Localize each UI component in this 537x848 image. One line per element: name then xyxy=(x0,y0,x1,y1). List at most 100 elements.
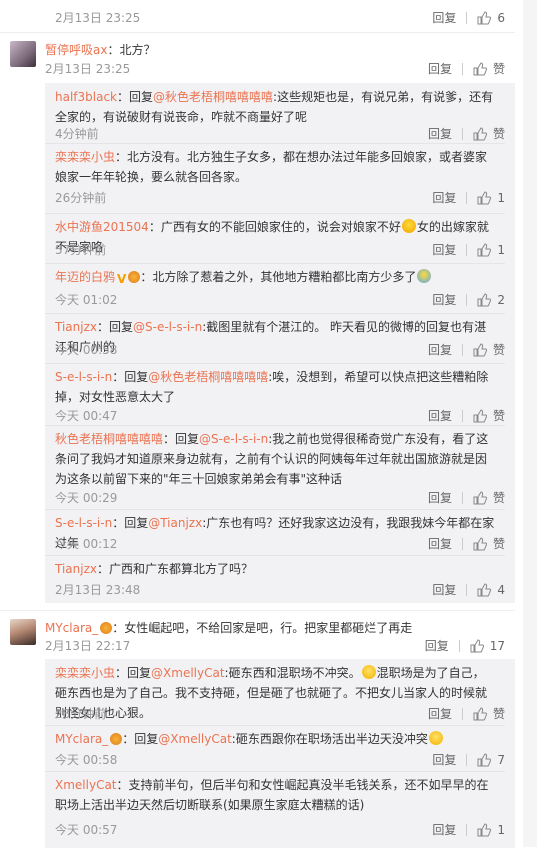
mention-link[interactable]: @S-e-l-s-i-n xyxy=(199,432,268,446)
like-count[interactable]: 7 xyxy=(497,753,505,767)
thumbs-up-icon[interactable] xyxy=(477,822,492,837)
reply-button[interactable]: 回复 xyxy=(432,291,456,308)
reply-date: 57分钟前 xyxy=(55,243,107,257)
divider xyxy=(461,343,463,356)
username[interactable]: half3black xyxy=(55,90,117,104)
thumbs-up-icon[interactable] xyxy=(473,342,487,357)
reply-item: 栾栾栾小虫：回复@XmellyCat:砸东西和混职场不冲突。 混职场是为了自己，砸… xyxy=(45,659,505,726)
like-count[interactable]: 1 xyxy=(497,243,505,257)
fan-badge-icon xyxy=(100,622,113,634)
reply-date: 今天 01:02 xyxy=(55,293,118,307)
username[interactable]: S-e-l-s-i-n xyxy=(55,516,112,530)
comment-actions: 回复 6 xyxy=(432,9,505,26)
previous-comment: 2月13日 23:25 回复 6 xyxy=(0,0,515,33)
like-count[interactable]: 1 xyxy=(497,191,505,205)
reply-list: half3black：回复@秋色老梧桐嘻嘻嘻嘻:这些规矩也是，有说兄弟，有说爹，… xyxy=(45,83,515,603)
thumbs-up-icon[interactable] xyxy=(473,706,487,721)
username[interactable]: 栾栾栾小虫 xyxy=(55,666,115,680)
username[interactable]: MYclara_ xyxy=(45,621,98,635)
like-button[interactable]: 赞 xyxy=(493,60,505,77)
comment: MYclara_ ：女性崛起吧，不给回家是吧，行。把家里都砸烂了再走 2月13日 … xyxy=(0,610,515,848)
like-count[interactable]: 赞 xyxy=(493,341,505,358)
thumbs-up-icon[interactable] xyxy=(473,61,487,76)
reply-actions: 回复 赞 xyxy=(428,341,505,358)
reply-button[interactable]: 回复 xyxy=(428,705,452,722)
mention-link[interactable]: @XmellyCat xyxy=(158,732,232,746)
username[interactable]: Tianjzx xyxy=(55,320,97,334)
mention-link[interactable]: @S-e-l-s-i-n xyxy=(133,320,202,334)
reply-date: 今天 00:58 xyxy=(55,343,118,357)
username[interactable]: 年迈的白鸦 xyxy=(55,270,115,284)
thumbs-up-icon[interactable] xyxy=(470,638,484,653)
reply-button[interactable]: 回复 xyxy=(428,60,452,77)
reply-body: ：北方除了惹着之外，其他地方糟粕都比南方少多了 xyxy=(140,270,417,284)
username[interactable]: MYclara_ xyxy=(55,732,108,746)
username[interactable]: 栾栾栾小虫 xyxy=(55,150,115,164)
like-count[interactable]: 赞 xyxy=(493,125,505,142)
username[interactable]: XmellyCat xyxy=(55,778,117,792)
like-count[interactable]: 赞 xyxy=(493,489,505,506)
like-count[interactable]: 4 xyxy=(497,583,505,597)
reply-date: 今天 00:57 xyxy=(55,823,118,837)
thumbs-up-icon[interactable] xyxy=(473,408,487,423)
reply-actions: 回复 7 xyxy=(432,751,505,768)
reply-button[interactable]: 回复 xyxy=(428,489,452,506)
thumbs-up-icon[interactable] xyxy=(473,126,487,141)
thumbs-up-icon[interactable] xyxy=(477,752,492,767)
avatar[interactable] xyxy=(10,41,36,67)
comment-body: ：北方？ xyxy=(107,43,156,57)
username[interactable]: 暂停呼吸ax xyxy=(45,43,107,57)
reply-button[interactable]: 回复 xyxy=(428,125,452,142)
thumbs-up-icon[interactable] xyxy=(477,190,492,205)
username[interactable]: Tianjzx xyxy=(55,562,97,576)
divider xyxy=(466,753,468,766)
thumbs-up-icon[interactable] xyxy=(473,536,487,551)
mention-link[interactable]: @Tianjzx xyxy=(148,516,202,530)
reply-text: 秋色老梧桐嘻嘻嘻嘻：回复@S-e-l-s-i-n:我之前也觉得很稀奇觉广东没有，… xyxy=(55,429,495,489)
reply-actions: 回复 2 xyxy=(432,291,505,308)
mention-link[interactable]: @秋色老梧桐嘻嘻嘻嘻 xyxy=(153,90,273,104)
divider xyxy=(461,537,463,550)
like-count[interactable]: 赞 xyxy=(493,535,505,552)
reply-button[interactable]: 回复 xyxy=(428,407,452,424)
fan-badge-icon xyxy=(110,733,123,745)
divider xyxy=(461,707,463,720)
reply-text: XmellyCat：支持前半句，但后半句和女性崛起真没半毛钱关系，还不如早早的在… xyxy=(55,775,495,815)
thumbs-up-icon[interactable] xyxy=(477,582,492,597)
fan-badge-icon xyxy=(128,271,141,283)
reply-date: 4分钟前 xyxy=(55,127,99,141)
like-count[interactable]: 2 xyxy=(497,293,505,307)
like-count[interactable]: 赞 xyxy=(493,705,505,722)
reply-item: Tianjzx：广西和广东都算北方了吗？ 2月13日 23:48 回复 4 xyxy=(45,555,505,603)
reply-button[interactable]: 回复 xyxy=(432,189,456,206)
like-count[interactable]: 17 xyxy=(490,639,505,653)
comment-actions: 回复 赞 xyxy=(428,60,505,77)
reply-button[interactable]: 回复 xyxy=(428,535,452,552)
username[interactable]: S-e-l-s-i-n xyxy=(55,370,112,384)
thumbs-up-icon[interactable] xyxy=(477,292,492,307)
username[interactable]: 秋色老梧桐嘻嘻嘻嘻 xyxy=(55,432,163,446)
thumbs-up-icon[interactable] xyxy=(473,490,487,505)
avatar[interactable] xyxy=(10,619,36,645)
thumbs-up-icon[interactable] xyxy=(477,10,492,25)
reply-actions: 回复 4 xyxy=(432,581,505,598)
reply-button[interactable]: 回复 xyxy=(432,821,456,838)
divider xyxy=(466,293,468,306)
scrollbar[interactable] xyxy=(523,0,537,847)
comment-date: 2月13日 22:17 xyxy=(45,639,131,653)
reply-prefix: ：回复 xyxy=(112,370,149,384)
reply-button[interactable]: 回复 xyxy=(432,9,456,26)
thumbs-up-icon[interactable] xyxy=(477,242,492,257)
emoji-icon xyxy=(417,269,432,283)
username[interactable]: 水中游鱼201504 xyxy=(55,220,149,234)
like-count[interactable]: 1 xyxy=(497,823,505,837)
reply-button[interactable]: 回复 xyxy=(428,341,452,358)
mention-link[interactable]: @秋色老梧桐嘻嘻嘻嘻 xyxy=(148,370,268,384)
reply-button[interactable]: 回复 xyxy=(432,751,456,768)
mention-link[interactable]: @XmellyCat xyxy=(151,666,225,680)
reply-button[interactable]: 回复 xyxy=(432,581,456,598)
reply-button[interactable]: 回复 xyxy=(432,241,456,258)
reply-button[interactable]: 回复 xyxy=(425,637,449,654)
like-count[interactable]: 6 xyxy=(497,11,505,25)
like-count[interactable]: 赞 xyxy=(493,407,505,424)
